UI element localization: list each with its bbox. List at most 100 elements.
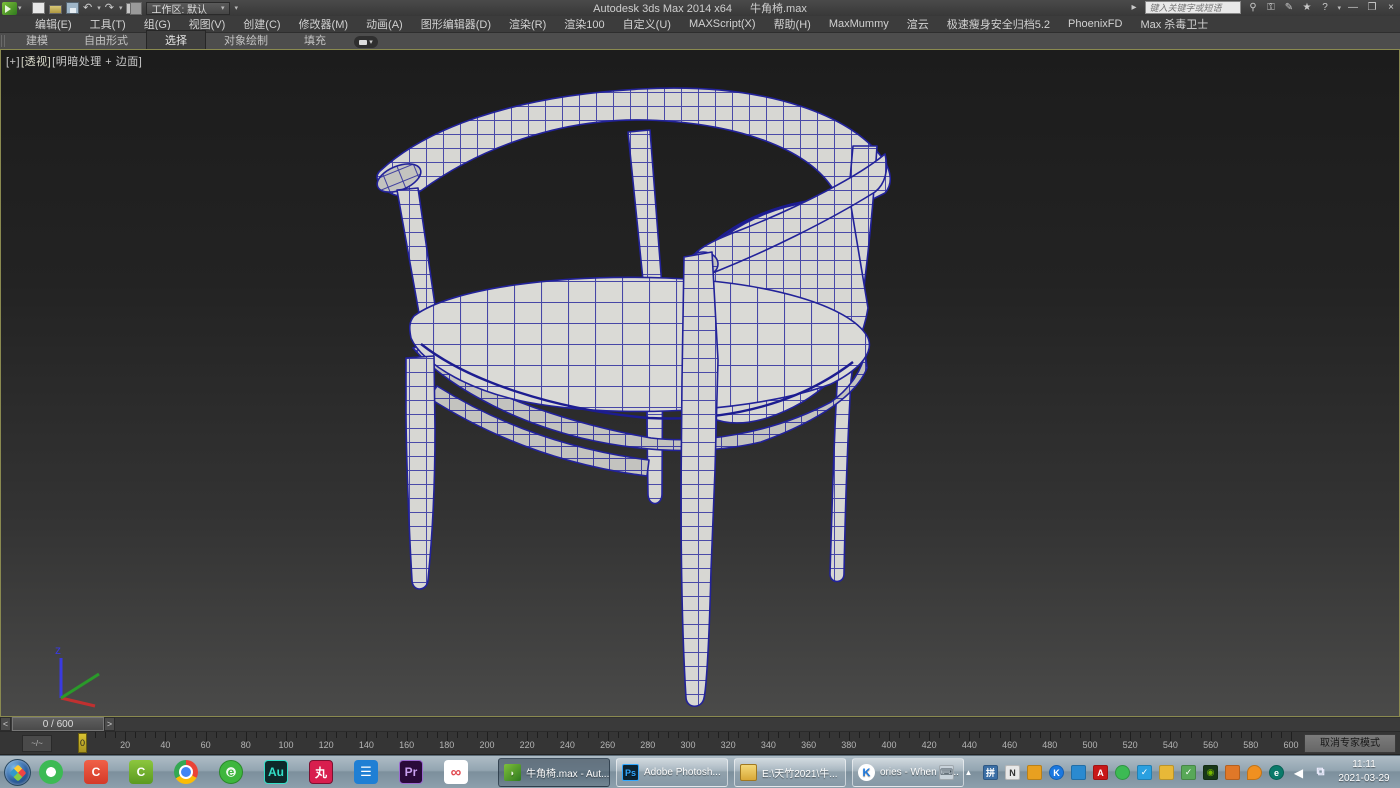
volume-tray-icon[interactable]: ◀	[1291, 765, 1306, 780]
acrobat-tray-icon[interactable]: A	[1093, 765, 1108, 780]
usb-tray-icon[interactable]: ✓	[1181, 765, 1196, 780]
chrome-icon[interactable]	[174, 760, 198, 784]
communication-center-icon[interactable]: ✎	[1282, 2, 1295, 13]
cancel-expert-mode-button[interactable]: 取消专家模式	[1304, 734, 1396, 753]
wechat-launcher-icon[interactable]	[39, 760, 63, 784]
task-button[interactable]: 牛角椅.max - Aut...	[498, 758, 610, 787]
task-button[interactable]: Ps Adobe Photosh...	[616, 758, 728, 787]
ruler-tick	[1270, 732, 1272, 738]
perspective-viewport[interactable]: [+][透视][明暗处理 + 边面] z	[0, 49, 1400, 717]
camtasia-icon[interactable]: C	[129, 760, 153, 784]
infocenter-collapse-icon[interactable]: ▸	[1127, 2, 1140, 13]
wechat-tray-icon[interactable]	[1115, 765, 1130, 780]
search-icon[interactable]: ⚲	[1246, 2, 1259, 13]
network-tray-icon[interactable]: ⧉	[1313, 765, 1328, 780]
media-list-icon[interactable]	[354, 760, 378, 784]
menu-item-渲染(R)[interactable]: 渲染(R)	[500, 15, 555, 33]
sync-tray-icon[interactable]: ✓	[1137, 765, 1152, 780]
premiere-icon[interactable]: Pr	[399, 760, 423, 784]
ruler-label-320: 320	[720, 740, 736, 750]
application-menu-button[interactable]: ▾	[2, 1, 28, 16]
ruler-tick	[95, 732, 97, 738]
ruler-label-440: 440	[961, 740, 977, 750]
ribbon-tab-建模[interactable]: 建模	[8, 31, 66, 49]
flame-tray-icon[interactable]	[1247, 765, 1262, 780]
wan-app-icon[interactable]: 丸	[309, 760, 333, 784]
toolbar-overflow-icon[interactable]: ▾	[235, 4, 239, 12]
undo-icon[interactable]: ↶	[83, 2, 92, 14]
ruler-label-480: 480	[1042, 740, 1058, 750]
chair-wireframe-model[interactable]	[1, 50, 1400, 717]
favorites-star-icon[interactable]: ★	[1300, 2, 1313, 13]
ribbon-tab-自由形式[interactable]: 自由形式	[66, 31, 146, 49]
viewport-shading-mode[interactable]: [明暗处理 + 边面]	[52, 56, 142, 68]
kugou-tray-icon[interactable]: K	[1049, 765, 1064, 780]
menu-item-极速瘦身安全归档5.2[interactable]: 极速瘦身安全归档5.2	[938, 15, 1059, 33]
ribbon-tab-选择[interactable]: 选择	[146, 30, 206, 49]
task-button[interactable]: E:\天竹2021\牛...	[734, 758, 846, 787]
ruler-tick	[708, 732, 710, 738]
start-button[interactable]	[4, 758, 31, 786]
minimize-button[interactable]: —	[1346, 2, 1360, 13]
search-input[interactable]	[1145, 1, 1242, 14]
ime-layout-icon[interactable]: 拼	[983, 765, 998, 780]
app360-tray-icon[interactable]	[1071, 765, 1086, 780]
3dsmax-logo-icon	[2, 1, 17, 15]
hidden-icons-arrow[interactable]: ▲	[961, 765, 976, 780]
timeline-ruler[interactable]: 20 40 60 80 100 120 140 160 180 200 220 240 260 280 30…	[60, 732, 1300, 754]
toolbar-grip[interactable]	[1, 35, 5, 47]
menu-item-渲染100[interactable]: 渲染100	[555, 15, 613, 33]
menu-item-PhoenixFD[interactable]: PhoenixFD	[1059, 17, 1131, 31]
workspace-selector[interactable]: 工作区: 默认 ▾	[146, 1, 230, 16]
menu-item-动画(A)[interactable]: 动画(A)	[357, 15, 412, 33]
menu-item-Max 杀毒卫士[interactable]: Max 杀毒卫士	[1131, 15, 1217, 33]
ruler-tick	[798, 732, 800, 738]
keyboard-tray-icon[interactable]: ⌨	[939, 765, 954, 780]
current-frame-marker[interactable]: 0	[78, 733, 87, 753]
project-folder-icon[interactable]	[126, 1, 143, 15]
open-file-icon[interactable]	[49, 5, 62, 14]
new-scene-icon[interactable]	[32, 2, 45, 14]
ribbon-tab-overflow[interactable]: ▾	[354, 36, 378, 48]
redo-dropdown-icon[interactable]: ▾	[119, 4, 123, 12]
help-icon[interactable]: ?	[1318, 2, 1331, 13]
ribbon-tab-填充[interactable]: 填充	[286, 31, 344, 49]
cloud-drive-icon[interactable]	[444, 760, 468, 784]
time-slider-handle[interactable]: 0 / 600	[12, 717, 104, 731]
ruler-tick	[507, 732, 509, 738]
undo-dropdown-icon[interactable]: ▾	[97, 4, 101, 12]
close-button[interactable]: ×	[1384, 2, 1398, 13]
next-frame-button[interactable]: >	[104, 717, 115, 731]
menu-item-图形编辑器(D)[interactable]: 图形编辑器(D)	[412, 15, 500, 33]
ruler-label-460: 460	[1002, 740, 1018, 750]
time-slider-track[interactable]	[115, 717, 1400, 731]
update-tray-icon[interactable]	[1027, 765, 1042, 780]
viewport-view-type[interactable]: [透视]	[21, 56, 51, 68]
menu-item-渲云[interactable]: 渲云	[898, 15, 938, 33]
help-dropdown-icon[interactable]: ▾	[1337, 4, 1341, 12]
ie-tray-icon[interactable]: e	[1269, 765, 1284, 780]
ime-mode-icon[interactable]: N	[1005, 765, 1020, 780]
audition-icon[interactable]: Au	[264, 760, 288, 784]
nvidia-tray-icon[interactable]: ◉	[1203, 765, 1218, 780]
ruler-tick	[175, 732, 177, 738]
subscription-key-icon[interactable]: ⚿	[1264, 2, 1277, 13]
ruler-tick	[356, 732, 358, 738]
taskbar-clock[interactable]: 11:11 2021-03-29	[1332, 758, 1396, 786]
ribbon-tab-对象绘制[interactable]: 对象绘制	[206, 31, 286, 49]
viewport-menu-plus[interactable]: [+]	[6, 56, 20, 68]
folder-tray-icon[interactable]	[1159, 765, 1174, 780]
camtasia-recorder-icon[interactable]: C	[84, 760, 108, 784]
browser-360-icon[interactable]: e	[219, 760, 243, 784]
restore-button[interactable]: ❐	[1365, 2, 1379, 13]
capture-tray-icon[interactable]	[1225, 765, 1240, 780]
redo-icon[interactable]: ↷	[105, 2, 114, 14]
front-right-leg	[680, 251, 719, 708]
menu-item-MaxMummy[interactable]: MaxMummy	[820, 17, 898, 31]
menu-item-自定义(U)[interactable]: 自定义(U)	[614, 15, 680, 33]
menu-item-MAXScript(X)[interactable]: MAXScript(X)	[680, 17, 765, 31]
menu-item-帮助(H)[interactable]: 帮助(H)	[765, 15, 820, 33]
previous-frame-button[interactable]: <	[0, 717, 11, 731]
save-file-icon[interactable]	[66, 2, 79, 14]
mini-curve-editor-button[interactable]: ~/~	[22, 735, 52, 752]
